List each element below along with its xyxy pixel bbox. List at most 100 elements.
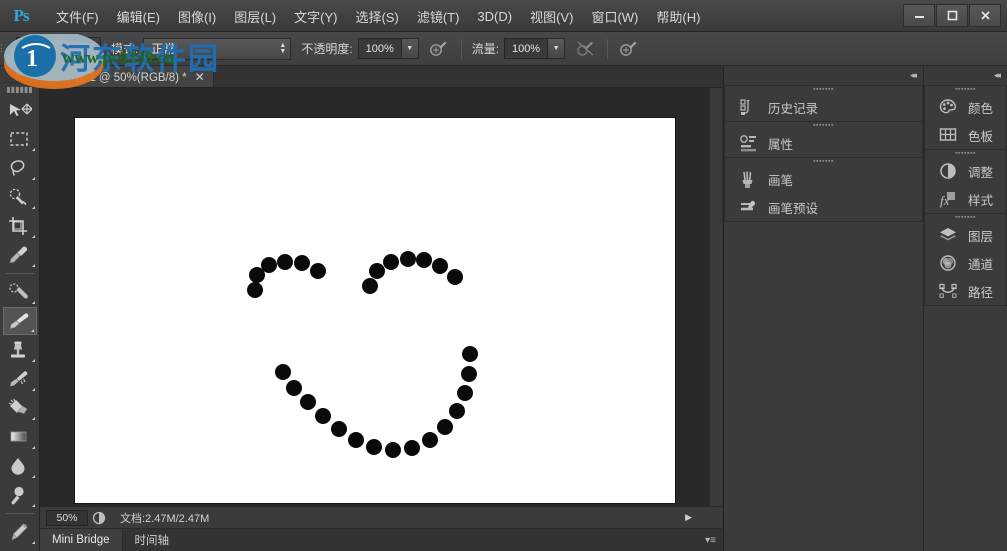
blur-tool[interactable] (3, 452, 37, 480)
gradient-tool[interactable] (3, 423, 37, 451)
panel-tab-brush-presets[interactable]: 画笔预设 (725, 193, 922, 221)
brush-preset-picker[interactable]: 30 (16, 36, 54, 61)
menu-item-10[interactable]: 帮助(H) (647, 4, 709, 29)
dodge-tool[interactable] (3, 481, 37, 509)
toggle-brush-panel-button[interactable] (75, 36, 101, 61)
eraser-tool[interactable] (3, 394, 37, 422)
canvas-vertical-scrollbar[interactable] (709, 88, 722, 506)
airbrush-icon[interactable] (573, 37, 597, 61)
menu-item-1[interactable]: 编辑(E) (108, 4, 169, 29)
tablet-pressure-size-icon[interactable] (616, 37, 640, 61)
document-tab[interactable]: 未标题-1 @ 50%(RGB/8) * ✕ (42, 65, 214, 87)
panel-tab-brush[interactable]: 画笔 (725, 165, 922, 193)
artboard[interactable] (75, 118, 675, 503)
marquee-tool-icon (9, 132, 28, 146)
brush-dot (331, 421, 347, 437)
menu-item-9[interactable]: 窗口(W) (582, 4, 647, 29)
panel-tab-swatches[interactable]: 色板 (925, 121, 1006, 149)
panel-group-1: ▪▪▪▪▪▪▪ 调整 fx 样式 (924, 150, 1007, 214)
brush-dot (362, 278, 378, 294)
brush-size-value: 30 (29, 48, 40, 59)
eyedropper-tool-icon (9, 246, 27, 264)
document-tab-close-icon[interactable]: ✕ (195, 70, 205, 84)
paths-icon (937, 281, 959, 301)
eyedropper-tool[interactable] (3, 241, 37, 269)
panel-tab-label: 属性 (768, 137, 794, 152)
healing-brush-tool[interactable] (3, 278, 37, 306)
panel-tab-styles-fx[interactable]: fx 样式 (925, 185, 1006, 213)
status-menu-arrow-icon[interactable]: ▶ (685, 512, 692, 523)
eraser-tool-icon (8, 398, 27, 414)
flow-dropdown-arrow[interactable]: ▼ (548, 38, 566, 59)
brush-preset-dropdown-arrow[interactable]: ▼ (54, 36, 69, 61)
tool-more-triangle-icon (31, 206, 35, 209)
type-tool[interactable]: T (3, 547, 37, 551)
panel-group-grip[interactable]: ▪▪▪▪▪▪▪ (925, 86, 1006, 93)
pen-tool[interactable] (3, 518, 37, 546)
lasso-tool[interactable] (3, 154, 37, 182)
crop-tool-icon (8, 217, 27, 235)
panel-tab-paths[interactable]: 路径 (925, 277, 1006, 305)
panel-tab-layers[interactable]: 图层 (925, 221, 1006, 249)
panel-tab-color-palette[interactable]: 颜色 (925, 93, 1006, 121)
tablet-pressure-opacity-icon[interactable] (427, 37, 451, 61)
bottom-tab-0[interactable]: Mini Bridge (40, 528, 123, 551)
panel-group-grip[interactable]: ▪▪▪▪▪▪▪ (725, 158, 922, 165)
tool-more-triangle-icon (31, 417, 35, 420)
panel-tab-properties[interactable]: 属性 (725, 129, 922, 157)
panel-tab-history[interactable]: 历史记录 (725, 93, 922, 121)
flow-input[interactable]: 100% (504, 38, 549, 59)
crop-tool[interactable] (3, 212, 37, 240)
history-brush-tool[interactable] (3, 365, 37, 393)
right-panel-dock-wide: ◂◂ ▪▪▪▪▪▪▪ 历史记录 ▪▪▪▪▪▪▪ 属性 ▪▪▪▪▪▪▪ 画笔 画笔预设 (723, 66, 923, 551)
canvas-viewport[interactable] (40, 88, 722, 506)
clone-stamp-tool-icon (10, 341, 25, 358)
quick-selection-tool[interactable] (3, 183, 37, 211)
minimize-button[interactable] (903, 4, 935, 27)
options-bar-grip[interactable]: ⋮⋮ (0, 32, 15, 66)
panel-group-grip[interactable]: ▪▪▪▪▪▪▪ (925, 150, 1006, 157)
brush-tool[interactable] (2, 307, 37, 335)
menu-item-4[interactable]: 文字(Y) (285, 4, 346, 29)
brush-dot (400, 251, 416, 267)
menu-item-6[interactable]: 滤镜(T) (408, 4, 469, 29)
menu-item-0[interactable]: 文件(F) (47, 4, 108, 29)
zoom-level-input[interactable]: 50% (46, 509, 88, 526)
bottom-tabs-menu-icon[interactable]: ▾≡ (705, 535, 716, 546)
close-button[interactable] (969, 4, 1001, 27)
clone-stamp-tool[interactable] (3, 336, 37, 364)
menu-item-2[interactable]: 图像(I) (169, 4, 225, 29)
blend-mode-select[interactable]: 正常 ▲ ▼ (143, 37, 292, 60)
panel-group-grip[interactable]: ▪▪▪▪▪▪▪ (925, 214, 1006, 221)
toolbar-collapse-icon[interactable]: ▸▸ (0, 66, 39, 83)
menu-item-5[interactable]: 选择(S) (346, 4, 407, 29)
maximize-button[interactable] (936, 4, 968, 27)
collapse-panels-icon[interactable]: ◂◂ (910, 70, 917, 81)
menu-item-3[interactable]: 图层(L) (225, 4, 285, 29)
move-tool-icon (9, 103, 32, 116)
brush-tool-icon (9, 313, 28, 329)
panel-group-grip[interactable]: ▪▪▪▪▪▪▪ (725, 122, 922, 129)
styles-fx-icon: fx (937, 189, 959, 209)
document-preview-icon[interactable] (88, 509, 110, 527)
toolbar-grip[interactable]: ▮▮▮▮▮▮ (0, 83, 39, 96)
panel-group-grip[interactable]: ▪▪▪▪▪▪▪ (725, 86, 922, 93)
move-tool[interactable] (3, 96, 37, 124)
panel-tab-adjustments[interactable]: 调整 (925, 157, 1006, 185)
opacity-input[interactable]: 100% (357, 38, 402, 59)
photoshop-logo: Ps (13, 6, 30, 25)
document-tab-strip: 未标题-1 @ 50%(RGB/8) * ✕ (40, 65, 722, 88)
marquee-tool[interactable] (3, 125, 37, 153)
brush-dot (462, 346, 478, 362)
color-palette-icon (937, 97, 959, 117)
panel-tab-channels[interactable]: 通道 (925, 249, 1006, 277)
menu-item-8[interactable]: 视图(V) (521, 4, 582, 29)
tool-more-triangle-icon (30, 329, 34, 332)
pen-tool-icon (11, 523, 27, 540)
brush-icon (737, 169, 759, 189)
menu-item-7[interactable]: 3D(D) (468, 6, 521, 27)
quick-selection-tool-icon (9, 188, 27, 206)
bottom-tab-1[interactable]: 时间轴 (123, 529, 182, 551)
opacity-dropdown-arrow[interactable]: ▼ (401, 38, 419, 59)
collapse-narrow-panels-icon[interactable]: ◂◂ (994, 70, 1001, 81)
